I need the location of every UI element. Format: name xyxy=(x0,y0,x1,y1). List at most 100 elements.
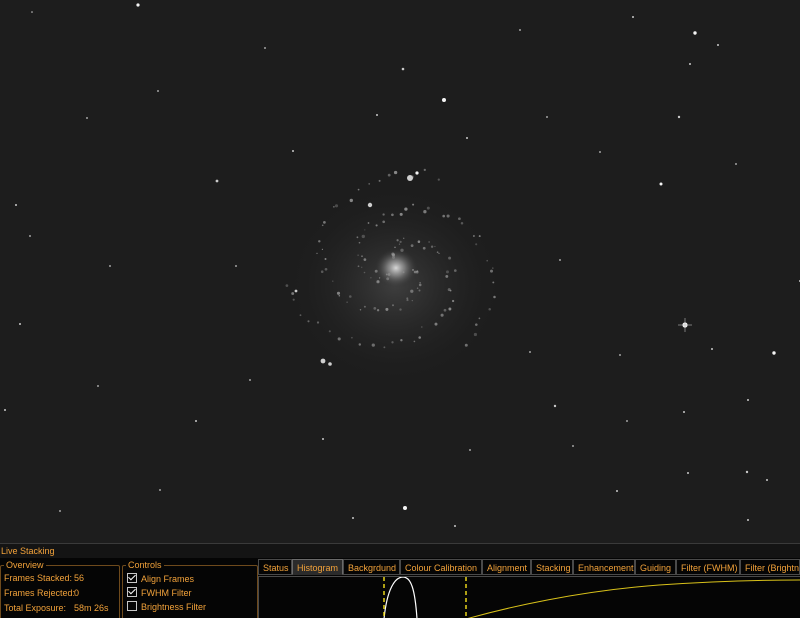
galaxy-knot xyxy=(371,343,375,347)
star xyxy=(745,470,749,474)
galaxy-knot xyxy=(460,222,464,225)
galaxy-knot xyxy=(382,213,385,216)
panel-title: Live Stacking xyxy=(0,543,800,558)
star xyxy=(454,525,456,527)
galaxy-knot xyxy=(285,284,289,287)
star xyxy=(619,354,621,356)
galaxy-knot xyxy=(349,295,352,298)
galaxy-knot xyxy=(337,337,341,341)
galaxy-knot xyxy=(318,240,321,243)
star xyxy=(195,420,197,422)
tab-colour-calibration[interactable]: Colour Calibration xyxy=(400,559,482,575)
star xyxy=(157,90,159,92)
star xyxy=(693,31,697,35)
galaxy-knot xyxy=(488,308,491,311)
frames-rejected-stat: Frames Rejected: 0 xyxy=(4,588,79,599)
galaxy-knot xyxy=(411,299,413,302)
star xyxy=(529,351,531,353)
galaxy-knot xyxy=(374,269,378,273)
galaxy-knot xyxy=(412,203,415,206)
galaxy-knot xyxy=(472,235,475,237)
galaxy-knot xyxy=(419,282,421,284)
galaxy-knot xyxy=(387,173,391,177)
galaxy-knot xyxy=(446,214,450,218)
total-exposure-value: 58m 26s xyxy=(74,603,109,613)
galaxy-knot xyxy=(410,244,414,248)
galaxy-knot xyxy=(357,188,360,191)
galaxy-hii-region xyxy=(320,358,326,364)
tab-stacking[interactable]: Stacking xyxy=(531,559,573,575)
galaxy-knot xyxy=(333,206,335,208)
star xyxy=(235,265,237,267)
galaxy-knot xyxy=(420,326,423,328)
galaxy-knot xyxy=(364,229,366,231)
star xyxy=(466,137,468,139)
star xyxy=(546,116,548,118)
brightness-filter-check-icon[interactable] xyxy=(127,601,137,611)
tab-background[interactable]: Backgrdund xyxy=(343,559,400,575)
galaxy-knot xyxy=(391,255,396,259)
controls-group: Controls Align Frames FWHM Filter Bright… xyxy=(122,560,258,618)
galaxy-knot xyxy=(321,224,324,227)
galaxy-knot xyxy=(399,240,402,244)
star xyxy=(249,379,251,381)
galaxy-knot xyxy=(473,332,477,337)
galaxy-knot xyxy=(307,320,310,323)
tab-status[interactable]: Status xyxy=(258,559,292,575)
galaxy-knot xyxy=(400,248,404,252)
galaxy-knot xyxy=(448,256,452,260)
galaxy-knot xyxy=(363,258,367,261)
galaxy-knot xyxy=(328,330,331,333)
brightness-filter-label: Brightness Filter xyxy=(141,602,207,612)
galaxy-knot xyxy=(436,251,439,254)
histogram-tab-body xyxy=(258,576,800,618)
star xyxy=(659,182,663,186)
tab-histogram[interactable]: Histogram xyxy=(292,559,343,575)
galaxy-knot xyxy=(376,280,380,284)
tab-guiding[interactable]: Guiding xyxy=(635,559,676,575)
galaxy-knot xyxy=(357,265,360,268)
galaxy-hii-region xyxy=(328,362,332,366)
galaxy-knot xyxy=(434,245,436,248)
align-frames-check-icon[interactable] xyxy=(127,573,137,583)
galaxy-knot xyxy=(385,273,388,276)
tab-filter-fwhm[interactable]: Filter (FWHM) xyxy=(676,559,740,575)
tab-filter-brightness[interactable]: Filter (Brightne xyxy=(740,559,800,575)
galaxy-knot xyxy=(492,281,495,284)
galaxy-knot xyxy=(422,246,426,250)
brightness-filter-checkbox[interactable]: Brightness Filter xyxy=(127,601,206,613)
frames-stacked-value: 56 xyxy=(74,573,85,583)
align-frames-checkbox[interactable]: Align Frames xyxy=(127,573,194,585)
fwhm-filter-checkbox[interactable]: FWHM Filter xyxy=(127,587,192,599)
align-frames-label: Align Frames xyxy=(141,574,195,584)
star xyxy=(159,489,161,491)
galaxy-knot xyxy=(430,245,434,248)
star xyxy=(19,323,21,325)
galaxy-knot xyxy=(358,343,362,346)
overview-legend: Overview xyxy=(4,560,46,570)
galaxy-knot xyxy=(445,274,449,278)
galaxy-knot xyxy=(418,289,421,292)
histogram-plot[interactable] xyxy=(259,576,800,618)
tab-enhancement[interactable]: Enhancement xyxy=(573,559,635,575)
galaxy-knot xyxy=(493,295,496,299)
stacked-image-viewer[interactable] xyxy=(0,0,800,543)
galaxy-knot xyxy=(423,210,427,214)
galaxy-knot xyxy=(392,304,394,307)
galaxy-knot xyxy=(373,307,377,310)
galaxy-knot xyxy=(382,220,386,224)
total-exposure-stat: Total Exposure: 58m 26s xyxy=(4,603,109,614)
star xyxy=(352,517,354,519)
tab-alignment[interactable]: Alignment xyxy=(482,559,531,575)
star xyxy=(215,179,219,183)
galaxy-knot xyxy=(349,198,353,203)
fwhm-filter-check-icon[interactable] xyxy=(127,587,137,597)
star xyxy=(747,519,749,521)
histogram-curve xyxy=(383,576,418,618)
galaxy-knot xyxy=(437,178,440,181)
star xyxy=(294,289,298,293)
star xyxy=(519,29,521,31)
star xyxy=(97,385,99,387)
galaxy-knot xyxy=(417,240,421,243)
star xyxy=(403,506,407,510)
